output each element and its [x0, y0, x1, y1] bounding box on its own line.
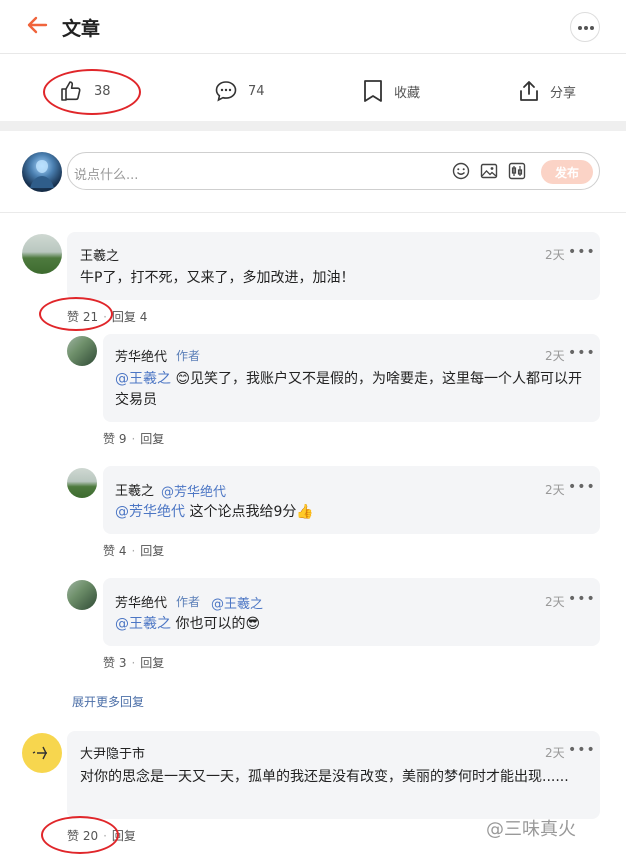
top-bar: 文章: [0, 0, 626, 54]
page-title: 文章: [62, 18, 101, 40]
comment-more-icon[interactable]: •••: [568, 244, 596, 260]
like-link[interactable]: 赞 4: [103, 544, 126, 558]
comment-author[interactable]: 大尹隐于市: [80, 743, 145, 762]
collect-label: 收藏: [394, 85, 421, 101]
avatar[interactable]: [67, 580, 97, 610]
reply-author[interactable]: 王羲之: [115, 480, 154, 499]
reply-text: @芳华绝代 这个论点我给9分👍: [115, 502, 590, 523]
reply-time: 2天: [545, 349, 565, 363]
mention-link[interactable]: @芳华绝代: [115, 504, 185, 520]
section-separator: [0, 121, 626, 131]
reply-time: 2天: [545, 595, 565, 609]
share-label: 分享: [550, 85, 577, 101]
expand-more-replies-link[interactable]: 展开更多回复: [72, 693, 144, 710]
comment-count: 74: [248, 83, 265, 99]
avatar-figure-icon: [32, 746, 47, 760]
annotation-circle-likes: [39, 297, 113, 331]
collect-button[interactable]: 收藏: [362, 78, 420, 104]
reply-more-icon[interactable]: •••: [568, 345, 596, 361]
bookmark-icon: [364, 80, 382, 102]
share-button[interactable]: 分享: [518, 78, 576, 104]
avatar[interactable]: [22, 234, 62, 274]
author-badge: 作者: [176, 595, 201, 609]
reply-card: [103, 466, 600, 534]
like-link[interactable]: 赞 3: [103, 656, 126, 670]
share-icon: [520, 81, 538, 101]
comment-text: 牛P了，打不死，又来了，多加改进，加油！: [80, 270, 355, 286]
comment-time: 2天: [545, 248, 565, 262]
reply-meta: 赞 3 · 回复: [103, 656, 165, 670]
like-link[interactable]: 赞 9: [103, 432, 126, 446]
back-arrow-icon[interactable]: [26, 14, 48, 36]
comment-time: 2天: [545, 746, 565, 760]
reply-card: [103, 578, 600, 646]
more-menu-button[interactable]: [570, 12, 600, 42]
comment-more-icon[interactable]: •••: [568, 742, 596, 758]
mention-link[interactable]: @王羲之: [115, 616, 171, 632]
comment-input-placeholder: 说点什么...: [74, 168, 139, 183]
reply-time: 2天: [545, 483, 565, 497]
watermark: @三味真火: [486, 819, 576, 840]
more-dot: [584, 26, 588, 30]
more-dots-icon: [578, 26, 582, 30]
reply-text: @王羲之 😊见笑了，我账户又不是假的，为啥要走，这里每一个人都可以开交易员: [115, 369, 590, 411]
avatar[interactable]: [22, 733, 62, 773]
reply-author[interactable]: 芳华绝代: [115, 592, 167, 611]
reply-text-body: 这个论点我给9分👍: [185, 504, 314, 520]
divider: [0, 212, 626, 213]
comment-author[interactable]: 王羲之: [80, 245, 119, 264]
comment-bubble-icon: [215, 81, 237, 102]
article-comments-page: 文章 38 74 收藏 分享 说点什么... 发布 王羲之 2天 ••• 牛P了…: [0, 0, 626, 866]
reply-link[interactable]: 回复 4: [112, 310, 147, 324]
avatar[interactable]: [67, 336, 97, 366]
reply-author[interactable]: 芳华绝代: [115, 346, 167, 365]
emoji-icon[interactable]: [452, 162, 470, 180]
reply-link[interactable]: 回复: [140, 544, 164, 558]
annotation-circle-likes: [43, 69, 141, 115]
stock-chart-icon[interactable]: [508, 162, 526, 180]
reply-text-body: 你也可以的😎: [171, 616, 261, 632]
reply-text-body: 😊见笑了，我账户又不是假的，为啥要走，这里每一个人都可以开交易员: [115, 371, 583, 408]
avatar-figure-icon: [30, 160, 54, 188]
avatar[interactable]: [67, 468, 97, 498]
mention-link[interactable]: @王羲之: [115, 371, 171, 387]
reply-link[interactable]: 回复: [140, 656, 164, 670]
author-badge: 作者: [176, 349, 201, 363]
reply-meta: 赞 4 · 回复: [103, 544, 165, 558]
comment-card: [67, 232, 600, 300]
reply-more-icon[interactable]: •••: [568, 591, 596, 607]
current-user-avatar[interactable]: [22, 152, 62, 192]
comment-button[interactable]: 74: [214, 78, 265, 104]
reply-more-icon[interactable]: •••: [568, 479, 596, 495]
reply-meta: 赞 9 · 回复: [103, 432, 165, 446]
comment-text: 对你的思念是一天又一天，孤单的我还是没有改变，美丽的梦何时才能出现......: [80, 769, 569, 785]
more-dot: [590, 26, 594, 30]
reply-to-mention[interactable]: @王羲之: [211, 593, 263, 612]
reply-text: @王羲之 你也可以的😎: [115, 614, 590, 635]
image-icon[interactable]: [480, 162, 498, 180]
reply-to-mention[interactable]: @芳华绝代: [161, 481, 226, 500]
reply-link[interactable]: 回复: [140, 432, 164, 446]
publish-button[interactable]: 发布: [541, 160, 593, 184]
annotation-circle-likes: [41, 816, 119, 854]
